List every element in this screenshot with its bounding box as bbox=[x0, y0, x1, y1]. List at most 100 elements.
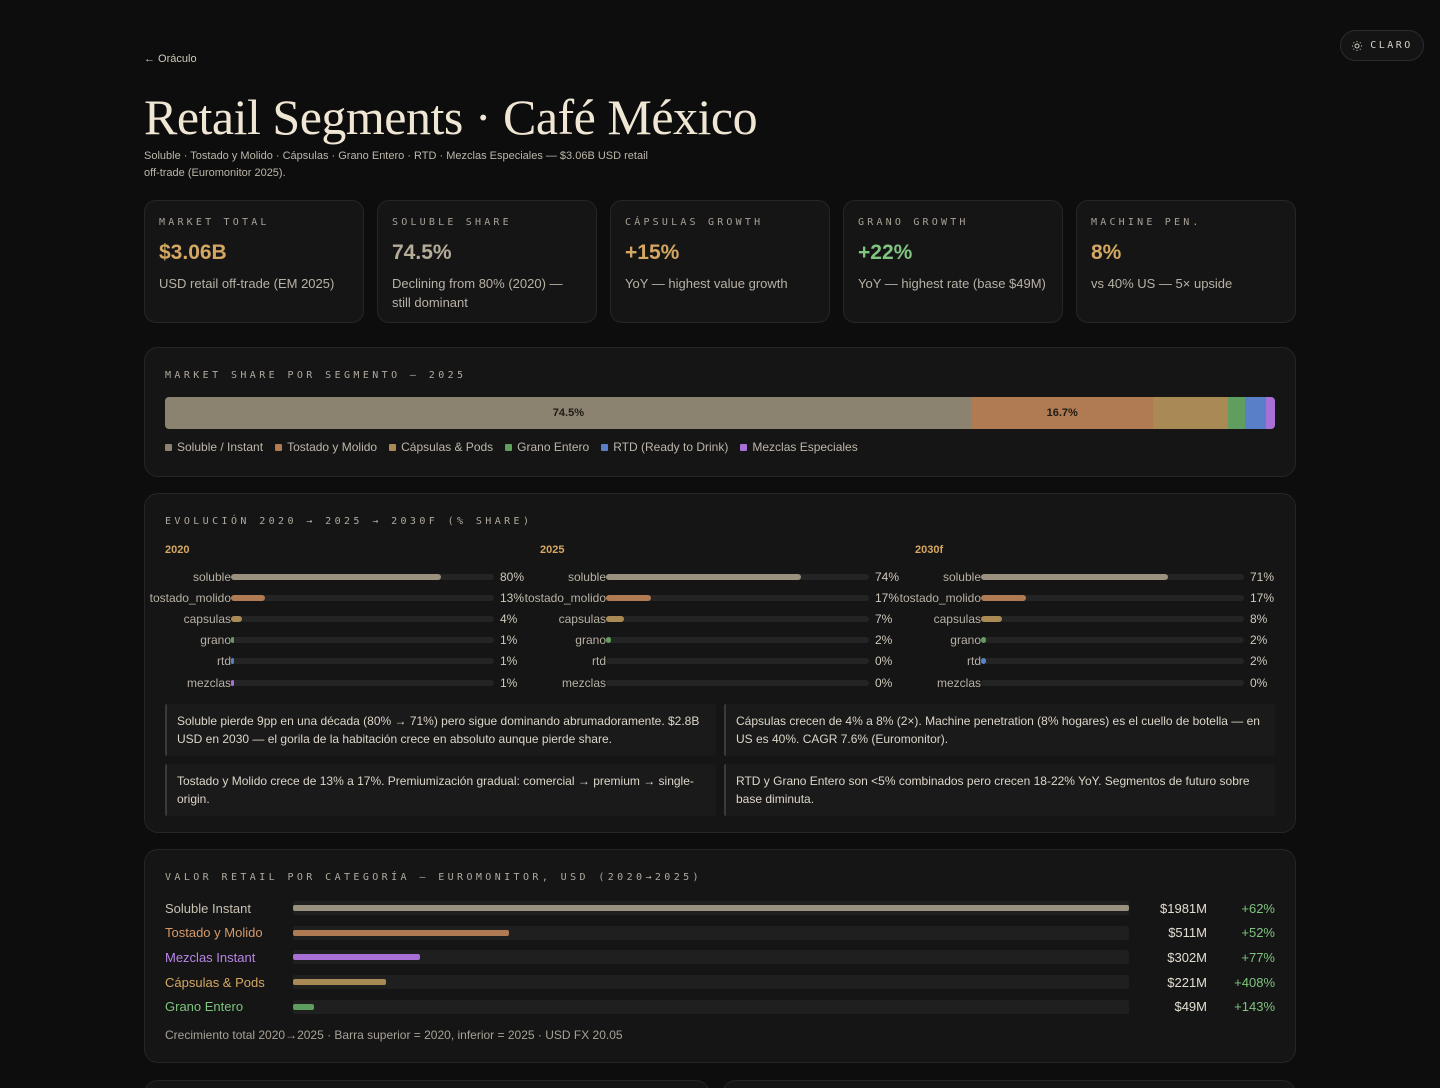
kpi-label: Soluble Share bbox=[392, 217, 512, 228]
evolution-row-value: 74% bbox=[875, 569, 900, 584]
evolution-row-value: 2% bbox=[1250, 633, 1268, 648]
share-segment bbox=[1152, 397, 1229, 429]
retail-value-bar bbox=[293, 929, 509, 936]
retail-value-row: Soluble Instant $1981M +62% bbox=[165, 898, 1275, 918]
evolution-bar-track bbox=[981, 679, 1244, 686]
bottom-card-right bbox=[722, 1080, 1296, 1088]
evolution-row: soluble 74% bbox=[540, 566, 900, 587]
evolution-bar-track bbox=[981, 658, 1244, 665]
evolution-column: 2025 soluble 74% tostado_molido 17% capsulas 7… bbox=[525, 544, 900, 693]
retail-value-bar-track bbox=[293, 901, 1129, 915]
retail-value-category: Tostado y Molido bbox=[165, 925, 263, 941]
retail-value-growth: +408% bbox=[1234, 974, 1275, 990]
evolution-row-value: 8% bbox=[1250, 611, 1268, 626]
retail-value-growth: +62% bbox=[1241, 900, 1275, 916]
evolution-bar-track bbox=[606, 679, 869, 686]
legend-label: Soluble / Instant bbox=[177, 440, 264, 454]
evolution-row-name: mezclas bbox=[936, 675, 981, 690]
market-share-legend: Soluble / Instant Tostado y Molido Cápsula… bbox=[165, 440, 858, 454]
evolution-year: 2020 bbox=[165, 544, 190, 556]
legend-swatch bbox=[740, 443, 748, 451]
kpi-description: Declining from 80% (2020) — still domina… bbox=[392, 276, 563, 310]
share-segment bbox=[1266, 397, 1275, 429]
evolution-bar bbox=[606, 637, 612, 644]
retail-value-row: Grano Entero $49M +143% bbox=[165, 997, 1275, 1017]
retail-value-bar-track bbox=[293, 950, 1129, 965]
evolution-bar-track bbox=[231, 594, 494, 601]
evolution-row: capsulas 4% bbox=[165, 608, 525, 629]
evolution-row-name: tostado_molido bbox=[149, 590, 231, 605]
retail-value-title: Valor Retail por Categoría — Euromonitor… bbox=[165, 872, 702, 883]
kpi-card: Soluble Share 74.5% Declining from 80% (20… bbox=[377, 200, 597, 323]
kpi-label: Market Total bbox=[159, 217, 270, 228]
evolution-bar bbox=[981, 615, 1003, 622]
evolution-bar-track bbox=[606, 573, 869, 580]
evolution-rows: soluble 80% tostado_molido 13% capsulas 4% gra… bbox=[150, 566, 525, 693]
legend-item: Cápsulas & Pods bbox=[389, 440, 493, 454]
retail-value-growth: +52% bbox=[1241, 925, 1275, 941]
evolution-note: Tostado y Molido crece de 13% a 17%. Pre… bbox=[165, 764, 716, 816]
kpi-card: Grano Growth +22% YoY — highest rate (base… bbox=[843, 200, 1063, 323]
retail-value-bar bbox=[293, 954, 421, 961]
retail-value-amount: $49M bbox=[1174, 999, 1207, 1015]
evolution-bar bbox=[231, 658, 234, 665]
evolution-bar bbox=[981, 658, 987, 665]
legend-swatch bbox=[165, 443, 172, 451]
evolution-bar-track bbox=[231, 615, 494, 622]
evolution-row-name: rtd bbox=[216, 654, 231, 669]
kpi-description: YoY — highest value growth bbox=[625, 276, 788, 291]
legend-swatch bbox=[275, 443, 283, 451]
legend-swatch bbox=[505, 443, 513, 451]
evolution-row: grano 1% bbox=[165, 630, 525, 651]
evolution-year: 2025 bbox=[540, 544, 565, 556]
evolution-row-name: soluble bbox=[942, 569, 981, 584]
page-subtitle: Soluble · Tostado y Molido · Cápsulas · … bbox=[144, 150, 648, 179]
retail-value-bar bbox=[293, 979, 387, 986]
kpi-value: +15% bbox=[625, 241, 680, 264]
theme-toggle-button[interactable]: CLARO bbox=[1340, 30, 1424, 61]
retail-value-category: Cápsulas & Pods bbox=[165, 974, 265, 990]
legend-swatch bbox=[601, 443, 609, 451]
evolution-bar-track bbox=[981, 615, 1244, 622]
evolution-row: tostado_molido 17% bbox=[900, 587, 1275, 608]
evolution-row-value: 7% bbox=[875, 611, 893, 626]
retail-value-footnote: Crecimiento total 2020→2025 · Barra supe… bbox=[165, 1028, 623, 1042]
evolution-row: tostado_molido 13% bbox=[150, 587, 525, 608]
share-segment: 16.7% bbox=[971, 397, 1153, 429]
evolution-row: mezclas 1% bbox=[165, 672, 525, 693]
retail-value-amount: $511M bbox=[1168, 925, 1207, 941]
evolution-bar-track bbox=[231, 637, 494, 644]
evolution-row-name: rtd bbox=[591, 654, 606, 669]
legend-swatch bbox=[389, 443, 397, 451]
evolution-row-name: soluble bbox=[192, 569, 231, 584]
evolution-row-value: 80% bbox=[500, 569, 525, 584]
evolution-bar-track bbox=[606, 594, 869, 601]
evolution-row-name: capsulas bbox=[183, 611, 231, 626]
kpi-card: Market Total $3.06B USD retail off-trade (… bbox=[144, 200, 364, 323]
evolution-bar bbox=[231, 637, 234, 644]
retail-value-row: Mezclas Instant $302M +77% bbox=[165, 947, 1275, 967]
back-link[interactable]: ← Oráculo bbox=[144, 53, 197, 65]
evolution-row-name: capsulas bbox=[933, 611, 981, 626]
evolution-bar bbox=[231, 594, 266, 601]
evolution-bar bbox=[606, 615, 625, 622]
market-share-title: Market Share por Segmento — 2025 bbox=[165, 370, 467, 381]
evolution-bar-track bbox=[981, 573, 1244, 580]
evolution-row: soluble 80% bbox=[165, 566, 525, 587]
retail-value-category: Soluble Instant bbox=[165, 900, 252, 916]
retail-value-growth: +143% bbox=[1234, 999, 1275, 1015]
evolution-row-name: grano bbox=[575, 633, 606, 648]
theme-toggle-label: CLARO bbox=[1370, 40, 1413, 51]
retail-value-bar bbox=[293, 905, 1129, 911]
evolution-bar-track bbox=[231, 573, 494, 580]
retail-value-category: Grano Entero bbox=[165, 999, 244, 1015]
evolution-row-name: grano bbox=[200, 633, 231, 648]
evolution-bar-track bbox=[606, 658, 869, 665]
kpi-description: YoY — highest rate (base $49M) bbox=[858, 276, 1046, 291]
evolution-row-name: soluble bbox=[567, 569, 606, 584]
evolution-bar bbox=[981, 573, 1168, 580]
evolution-bar bbox=[981, 637, 987, 644]
evolution-column: 2020 soluble 80% tostado_molido 13% capsulas 4… bbox=[150, 544, 525, 693]
evolution-note: Cápsulas crecen de 4% a 8% (2×). Machine… bbox=[724, 704, 1275, 756]
share-segment: 74.5% bbox=[165, 397, 972, 429]
